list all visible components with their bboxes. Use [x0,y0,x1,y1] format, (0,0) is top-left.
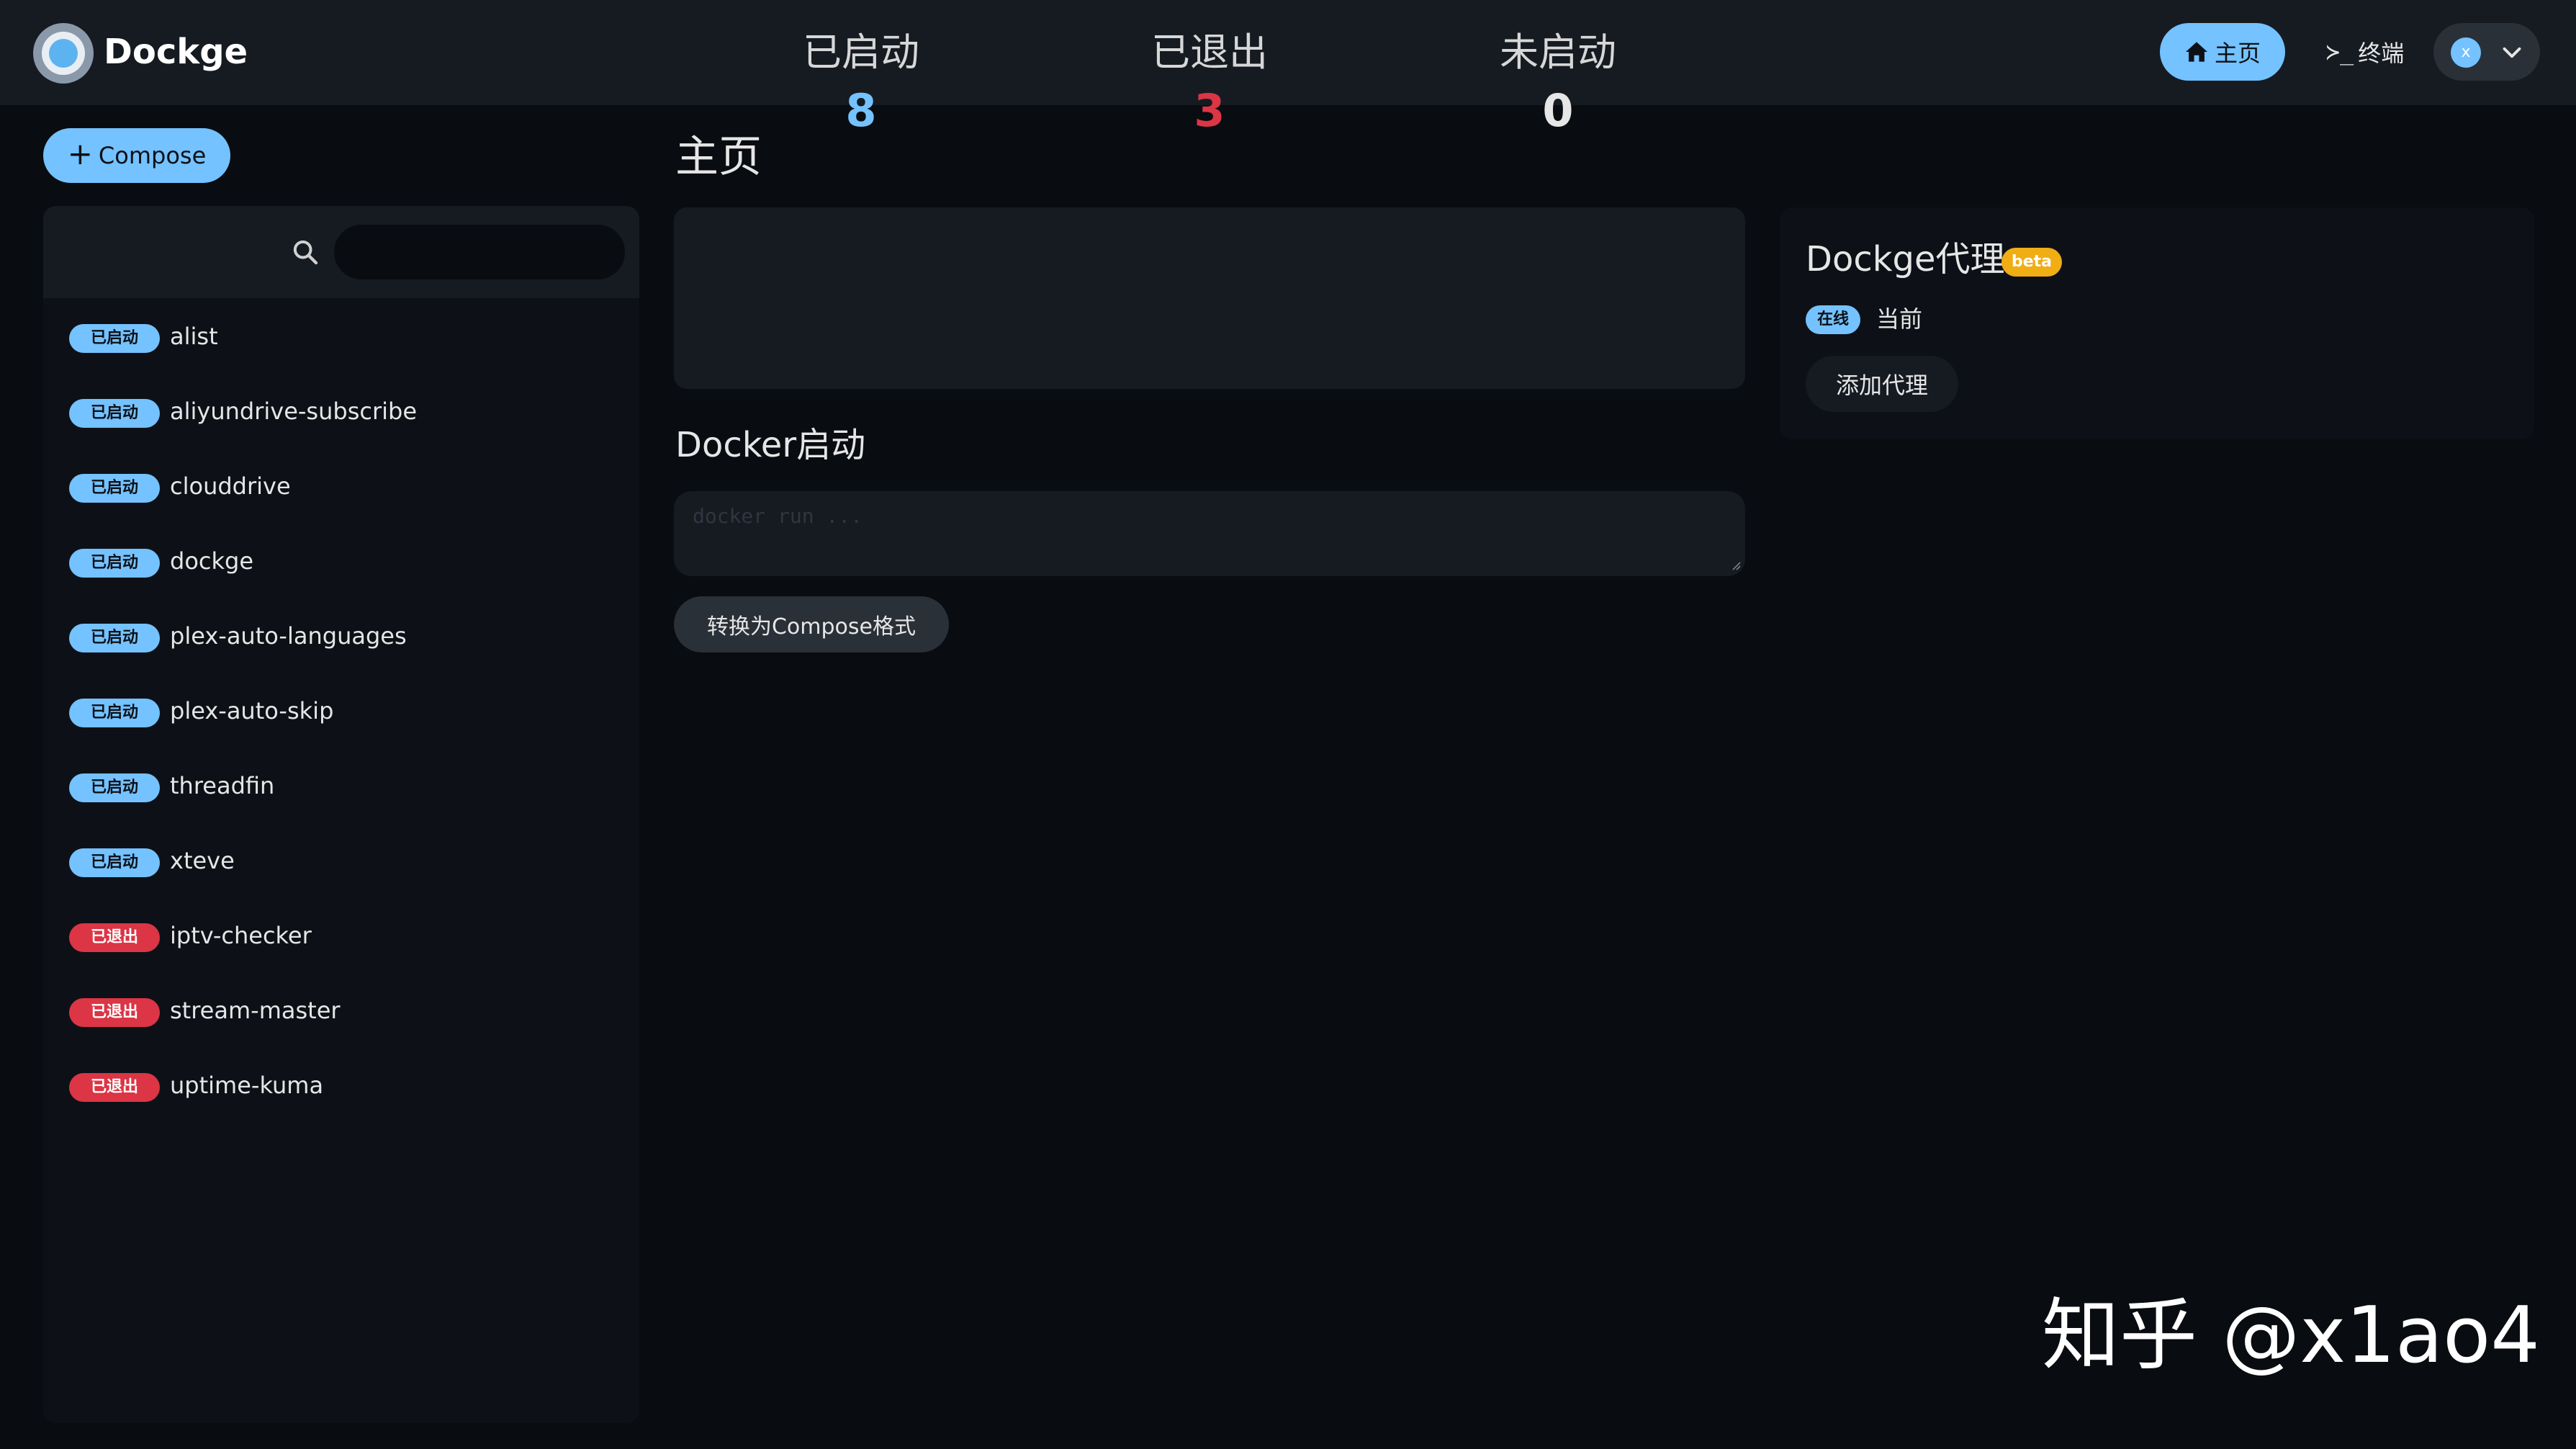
add-compose-button[interactable]: + Compose [43,128,230,183]
stat-inactive-value: 0 [1542,84,1574,137]
convert-to-compose-button[interactable]: 转换为Compose格式 [674,596,949,652]
status-badge: 已启动 [69,474,160,503]
agent-card: Dockge代理 beta 在线 当前 添加代理 [1780,207,2534,439]
stack-name: dockge [170,547,254,575]
stack-item-alist[interactable]: 已启动 alist [43,298,639,373]
search-bar [43,206,639,298]
stack-name: threadfin [170,772,275,799]
stat-inactive: 未启动 0 [1450,27,1666,141]
stack-item-plex-auto-languages[interactable]: 已启动 plex-auto-languages [43,598,639,673]
search-icon [293,240,318,265]
status-badge: 已启动 [69,549,160,578]
nav-terminal-button[interactable]: ≻_ 终端 [2311,23,2419,81]
stack-item-iptv-checker[interactable]: 已退出 iptv-checker [43,897,639,972]
terminal-icon: ≻_ [2325,38,2354,66]
stat-active-label: 已启动 [803,30,919,75]
add-agent-label: 添加代理 [1835,372,1928,399]
stack-list: 已启动 alist 已启动 aliyundrive-subscribe 已启动 cloud… [43,298,639,1122]
stack-item-clouddrive[interactable]: 已启动 clouddrive [43,448,639,523]
status-badge: 已启动 [69,624,160,652]
chevron-down-icon [2497,37,2527,68]
stack-name: uptime-kuma [170,1072,324,1099]
docker-run-title: Docker启动 [675,425,866,465]
stack-item-uptime-kuma[interactable]: 已退出 uptime-kuma [43,1047,639,1122]
agent-title: Dockge代理 [1806,239,2005,279]
add-agent-button[interactable]: 添加代理 [1806,356,1958,412]
stat-exited-value: 3 [1194,84,1225,137]
stats-card [674,207,1745,389]
status-badge: 已退出 [69,1073,160,1102]
nav-home-label: 主页 [2214,40,2261,67]
stack-name: iptv-checker [170,922,312,949]
agent-current-label[interactable]: 当前 [1876,301,1922,337]
stack-name: plex-auto-languages [170,622,407,650]
docker-run-input[interactable] [674,491,1745,576]
plus-icon: + [67,136,93,171]
stack-name: plex-auto-skip [170,697,334,724]
home-icon [2185,42,2207,62]
stack-item-plex-auto-skip[interactable]: 已启动 plex-auto-skip [43,673,639,748]
stat-active-value: 8 [845,84,877,137]
nav-terminal-label: 终端 [2358,40,2405,67]
brand-title[interactable]: Dockge [104,29,248,75]
stack-name: xteve [170,847,235,874]
resize-grip-icon[interactable] [1729,559,1741,570]
stack-item-aliyundrive-subscribe[interactable]: 已启动 aliyundrive-subscribe [43,373,639,448]
search-input[interactable] [334,225,625,279]
status-badge: 已启动 [69,773,160,802]
stat-active: 已启动 8 [753,27,969,141]
stat-exited: 已退出 3 [1102,27,1318,141]
status-badge: 已启动 [69,399,160,428]
stack-name: clouddrive [170,472,291,500]
status-badge: 已退出 [69,923,160,952]
stack-sidebar: 已启动 alist 已启动 aliyundrive-subscribe 已启动 cloud… [43,206,639,1423]
stack-item-dockge[interactable]: 已启动 dockge [43,523,639,598]
convert-label: 转换为Compose格式 [706,614,916,640]
watermark: 知乎 @x1ao4 [2042,1291,2540,1381]
avatar: x [2451,37,2481,68]
status-badge: 已启动 [69,848,160,877]
stat-inactive-label: 未启动 [1500,30,1616,75]
compose-label: Compose [98,142,207,169]
stack-name: alist [170,323,218,350]
stack-item-stream-master[interactable]: 已退出 stream-master [43,972,639,1047]
nav-home-button[interactable]: 主页 [2160,23,2285,81]
stack-item-threadfin[interactable]: 已启动 threadfin [43,748,639,822]
dockge-logo[interactable] [33,23,94,84]
status-badge: 已启动 [69,699,160,727]
page-title: 主页 [675,132,762,182]
profile-dropdown[interactable]: x [2433,23,2540,81]
stack-name: aliyundrive-subscribe [170,398,417,425]
stat-exited-label: 已退出 [1151,30,1268,75]
stack-name: stream-master [170,997,341,1024]
agent-online-badge: 在线 [1806,305,1860,334]
beta-badge: beta [2001,248,2062,277]
stack-item-xteve[interactable]: 已启动 xteve [43,822,639,897]
status-badge: 已退出 [69,998,160,1027]
status-badge: 已启动 [69,324,160,353]
